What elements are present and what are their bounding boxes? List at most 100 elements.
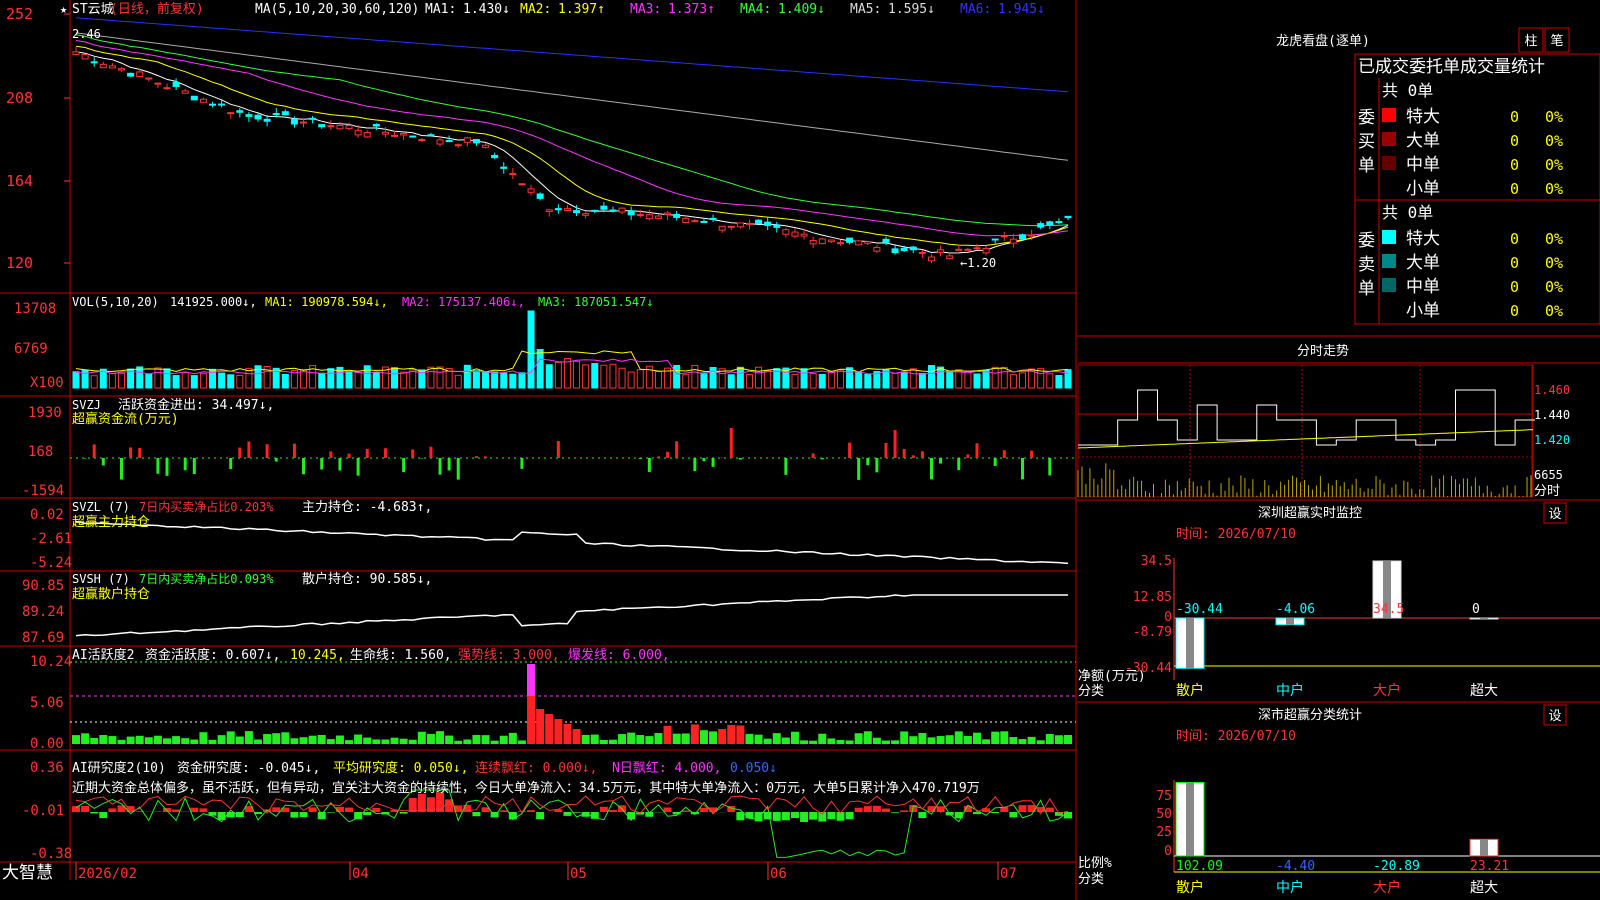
candle-body	[864, 241, 872, 244]
ai-activity-bar	[263, 734, 272, 744]
candle-body	[236, 110, 244, 113]
volume-bar	[1000, 366, 1008, 389]
ai-activity-bar	[1045, 734, 1054, 744]
svzj-bar	[192, 458, 196, 474]
chart-canvas[interactable]: 252 208 164 120 2.46 ←1.20 ST云城(日线，前复权) MA(5,10…	[0, 0, 1600, 900]
ai-research-bar	[772, 812, 781, 821]
volume-bar	[1055, 374, 1063, 389]
candle-body	[709, 217, 717, 220]
volume-bar	[90, 375, 98, 389]
ma6-value: 1.945↓	[998, 2, 1045, 17]
ai2-extra: 0.050↓	[730, 761, 777, 776]
candle-body	[891, 248, 899, 254]
volume-bar	[900, 371, 908, 389]
volume-bar	[190, 375, 198, 389]
ai-activity-bar	[608, 739, 617, 744]
ai-activity-bar	[790, 731, 799, 744]
ai-research-bar	[754, 812, 763, 822]
ai-activity-bar	[135, 735, 144, 744]
sell-row-pct: 0%	[1545, 230, 1563, 248]
ma2-label: MA2:	[520, 2, 551, 17]
ai-activity-bar	[426, 733, 435, 744]
candle-body	[736, 222, 744, 228]
stats2-bar-shade	[1186, 782, 1194, 856]
ai-research-bar	[872, 805, 881, 812]
candle-body	[108, 65, 116, 69]
sell-row-count: 0	[1510, 230, 1519, 248]
ai-activity-bar	[727, 724, 736, 744]
svzj-bar	[247, 441, 251, 458]
ai-research-bar	[290, 812, 299, 818]
price-tick-label: 120	[6, 254, 33, 272]
volume-bar	[527, 310, 535, 389]
monitor-title: 深圳超赢实时监控	[1258, 505, 1362, 521]
candle-body	[190, 95, 198, 101]
bi-button-label[interactable]: 笔	[1550, 33, 1563, 49]
monitor-y-tick: -8.79	[1133, 625, 1172, 640]
volume-bar	[327, 368, 335, 389]
svzl-sub-label: 超赢主力持仓	[72, 514, 150, 530]
volume-bar	[927, 365, 935, 389]
ai-activity-bar	[181, 738, 190, 744]
stats2-settings-label[interactable]: 设	[1548, 709, 1561, 724]
volume-bar	[518, 372, 526, 389]
candle-body	[381, 131, 389, 135]
stock-name[interactable]: ST云城	[72, 2, 114, 17]
svzl-main: 主力持仓: -4.683↑,	[302, 500, 432, 515]
ma4-value: 1.409↓	[778, 2, 825, 17]
svsh-tick-label: 90.85	[22, 578, 64, 594]
monitor-category: 中户	[1276, 682, 1304, 699]
candle-body	[354, 129, 362, 136]
volume-bar	[181, 372, 189, 389]
ai-activity-bar	[972, 732, 981, 744]
candle-body	[118, 68, 126, 71]
monitor-settings-label[interactable]: 设	[1548, 507, 1561, 522]
sell-row-pct: 0%	[1545, 278, 1563, 296]
intraday-price-line	[1078, 389, 1535, 446]
ai-research-bar	[1018, 805, 1027, 812]
ai-research-bar	[1045, 807, 1054, 812]
volume-bar	[991, 366, 999, 389]
ai-activity-bar	[244, 731, 253, 744]
svzj-bar	[474, 456, 478, 458]
monitor-bar-shade	[1286, 618, 1294, 625]
svzj-tick-label: 1930	[28, 405, 62, 421]
svzj-bar	[356, 458, 360, 476]
ai-activity-bar	[699, 730, 708, 744]
candle-body	[973, 247, 981, 250]
ai-activity-bar	[163, 738, 172, 744]
ai-activity-bar	[144, 737, 153, 744]
ai-research-bar	[499, 810, 508, 812]
buy-color-swatch	[1382, 132, 1396, 146]
volume-bar	[627, 371, 635, 389]
candle-body	[836, 242, 844, 245]
svzj-bar	[238, 447, 242, 458]
ai-activity-bar	[654, 733, 663, 744]
candle-body	[1009, 238, 1017, 244]
stats2-category: 超大	[1470, 880, 1498, 896]
svzj-bar	[556, 441, 560, 458]
buy-row-name: 中单	[1406, 155, 1440, 175]
ai-research-bar	[809, 812, 818, 820]
stats2-bar-shade	[1480, 839, 1488, 856]
ai-research-bar	[745, 812, 754, 819]
sell-color-swatch	[1382, 254, 1396, 268]
vol-tick-label: 6769	[14, 341, 48, 357]
ai-research-bar	[190, 807, 199, 812]
vol-ma2-line	[75, 358, 1069, 375]
ai-research-bar	[272, 807, 281, 812]
zhu-button-label[interactable]: 柱	[1524, 34, 1537, 49]
ai-activity-bar	[90, 737, 99, 744]
buy-row-count: 0	[1510, 180, 1519, 198]
buy-color-swatch	[1382, 156, 1396, 170]
stats2-category: 大户	[1373, 879, 1401, 896]
svzj-bar	[647, 458, 651, 472]
volume-bar	[372, 371, 380, 389]
candle-body	[436, 139, 444, 145]
svzj-bar	[675, 441, 679, 458]
svzj-bar	[975, 443, 979, 458]
star-icon[interactable]: ★	[60, 2, 67, 16]
ai-activity-bar	[745, 733, 754, 744]
ma2-value: 1.397↑	[558, 2, 605, 17]
candle-body	[591, 209, 599, 212]
